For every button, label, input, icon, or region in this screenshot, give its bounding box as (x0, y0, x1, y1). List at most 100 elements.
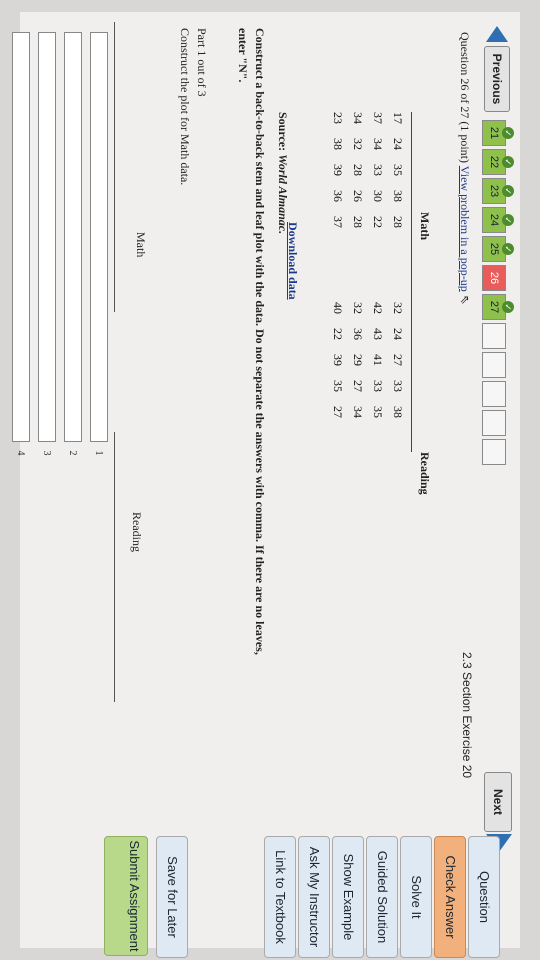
question-number-placeholder (482, 381, 506, 407)
rotated-screen: Previous 21 ✓ 22 ✓ 23 ✓ 24 ✓ 25 ✓ 26 27 ✓ Next Quest… (0, 0, 540, 960)
table-cell: 28 (351, 164, 365, 176)
table-cell: 38 (391, 406, 405, 418)
question-number-list: 21 ✓ 22 ✓ 23 ✓ 24 ✓ 25 ✓ 26 27 ✓ (482, 120, 514, 468)
solve-it-button[interactable]: Solve It (400, 836, 432, 958)
next-button[interactable]: Next (484, 772, 512, 832)
table-cell: 37 (371, 112, 385, 124)
table-cell: 27 (391, 354, 405, 366)
table-row: 40 22 39 35 27 (328, 302, 348, 432)
table-cell: 33 (371, 380, 385, 392)
question-number-22[interactable]: 22 ✓ (482, 149, 514, 175)
plot-header-line-left (114, 22, 115, 312)
check-answer-button[interactable]: Check Answer (434, 836, 466, 958)
plot-row: 2 (64, 32, 82, 464)
question-counter: Question 26 of 27 (1 point) (458, 32, 472, 163)
cursor-icon: ⇖ (458, 294, 472, 305)
table-cell: 28 (351, 216, 365, 228)
question-number-25[interactable]: 25 ✓ (482, 236, 514, 262)
question-number-27[interactable]: 27 ✓ (482, 294, 514, 320)
link-textbook-button[interactable]: Link to Textbook (264, 836, 296, 958)
table-row: 34 32 28 26 28 (348, 112, 368, 242)
table-cell: 35 (391, 164, 405, 176)
table-cell: 28 (391, 216, 405, 228)
question-number-placeholder (482, 439, 506, 465)
table-cell: 39 (331, 354, 345, 366)
table-cell: 23 (331, 112, 345, 124)
table-cell: 33 (391, 380, 405, 392)
previous-button[interactable]: Previous (484, 46, 510, 112)
table-row: 17 24 35 38 28 (388, 112, 408, 242)
table-cell: 38 (391, 190, 405, 202)
math-leaf-input[interactable] (64, 32, 82, 442)
submit-assignment-button[interactable]: Submit Assignment (104, 836, 148, 956)
table-row: 23 38 39 36 37 (328, 112, 348, 242)
table-cell: 17 (391, 112, 405, 124)
check-icon: ✓ (502, 156, 514, 168)
table-row: 32 24 27 33 38 (388, 302, 408, 432)
table-cell: 43 (371, 328, 385, 340)
previous-arrow-icon[interactable] (486, 26, 508, 42)
table-cell: 36 (351, 328, 365, 340)
table-cell: 24 (391, 138, 405, 150)
check-icon: ✓ (502, 127, 514, 139)
table-cell: 39 (331, 164, 345, 176)
question-nav: Previous 21 ✓ 22 ✓ 23 ✓ 24 ✓ 25 ✓ 26 27 ✓ (482, 26, 514, 626)
table-cell: 37 (331, 216, 345, 228)
check-icon: ✓ (502, 243, 514, 255)
download-data-link[interactable]: Download data (285, 222, 300, 300)
table-row: 42 43 41 33 35 (368, 302, 388, 432)
plot-math-label: Math (134, 232, 148, 258)
table-cell: 24 (391, 328, 405, 340)
plot-header-line-right (114, 432, 115, 702)
question-number-23[interactable]: 23 ✓ (482, 178, 514, 204)
table-cell: 41 (371, 354, 385, 366)
table-cell: 38 (331, 138, 345, 150)
question-tab[interactable]: Question (468, 836, 500, 958)
question-number-placeholder (482, 352, 506, 378)
math-leaf-input[interactable] (90, 32, 108, 442)
guided-solution-button[interactable]: Guided Solution (366, 836, 398, 958)
stem-value: 2 (67, 450, 79, 456)
table-cell: 27 (331, 406, 345, 418)
question-number-21[interactable]: 21 ✓ (482, 120, 514, 146)
plot-row: 3 (38, 32, 56, 464)
table-cell: 34 (351, 112, 365, 124)
table-cell: 27 (351, 380, 365, 392)
check-icon: ✓ (502, 214, 514, 226)
part-text: Construct the plot for Math data. (178, 28, 192, 186)
table-cell: 30 (371, 190, 385, 202)
instructions: Construct a back-to-back stem and leaf p… (236, 28, 267, 655)
math-data-table: 17 24 35 38 28 37 34 33 30 22 34 32 28 26 28 23 38 39 36 37 (328, 112, 408, 242)
math-leaf-input[interactable] (12, 32, 30, 442)
table-cell: 32 (351, 302, 365, 314)
math-leaf-input[interactable] (38, 32, 56, 442)
table-row: 37 34 33 30 22 (368, 112, 388, 242)
question-number-placeholder (482, 323, 506, 349)
check-icon: ✓ (502, 185, 514, 197)
table-cell: 22 (331, 328, 345, 340)
reading-table-title: Reading (418, 452, 432, 495)
table-cell: 34 (351, 406, 365, 418)
table-cell: 42 (371, 302, 385, 314)
show-example-button[interactable]: Show Example (332, 836, 364, 958)
question-panel: Previous 21 ✓ 22 ✓ 23 ✓ 24 ✓ 25 ✓ 26 27 ✓ Next Quest… (12, 12, 520, 948)
stem-value: 4 (15, 450, 27, 456)
ask-instructor-button[interactable]: Ask My Instructor (298, 836, 330, 958)
save-for-later-button[interactable]: Save for Later (156, 836, 188, 958)
question-number-26[interactable]: 26 (482, 265, 506, 291)
reading-data-table: 32 24 27 33 38 42 43 41 33 35 32 36 29 27 34 40 22 39 35 27 (328, 302, 408, 432)
stem-value: 3 (41, 450, 53, 456)
plot-row: 4 (12, 32, 30, 464)
table-row: 32 36 29 27 34 (348, 302, 368, 432)
question-number-24[interactable]: 24 ✓ (482, 207, 514, 233)
table-cell: 36 (331, 190, 345, 202)
plot-row: 1 (90, 32, 108, 464)
table-cell: 32 (391, 302, 405, 314)
table-cell: 33 (371, 164, 385, 176)
table-cell: 35 (331, 380, 345, 392)
table-cell: 40 (331, 302, 345, 314)
question-header: Question 26 of 27 (1 point) View problem… (457, 32, 472, 305)
table-cell: 35 (371, 406, 385, 418)
stem-value: 1 (93, 450, 105, 456)
popup-link[interactable]: View problem in a pop-up (458, 166, 472, 292)
